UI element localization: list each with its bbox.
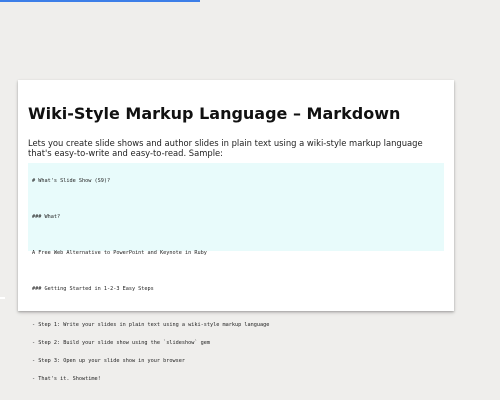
edge-marker xyxy=(0,297,5,299)
code-line: - Step 3: Open up your slide show in you… xyxy=(32,358,186,364)
slide-title: Wiki-Style Markup Language – Markdown xyxy=(28,104,401,123)
code-line: - That's it. Showtime! xyxy=(32,376,101,382)
code-line: - Step 1: Write your slides in plain tex… xyxy=(32,322,270,328)
code-line: A Free Web Alternative to PowerPoint and… xyxy=(32,250,207,256)
code-line: ### Getting Started in 1-2-3 Easy Steps xyxy=(32,286,154,292)
code-line: - Step 2: Build your slide show using th… xyxy=(32,340,211,346)
code-line: ### What? xyxy=(32,214,61,220)
loading-progress-bar xyxy=(0,0,200,2)
slide: Wiki-Style Markup Language – Markdown Le… xyxy=(18,80,454,382)
code-sample-block: # What's Slide Show (S9)? ### What? A Fr… xyxy=(28,163,444,382)
slide-intro-text: Lets you create slide shows and author s… xyxy=(28,138,423,158)
code-line: # What's Slide Show (S9)? xyxy=(32,178,111,184)
